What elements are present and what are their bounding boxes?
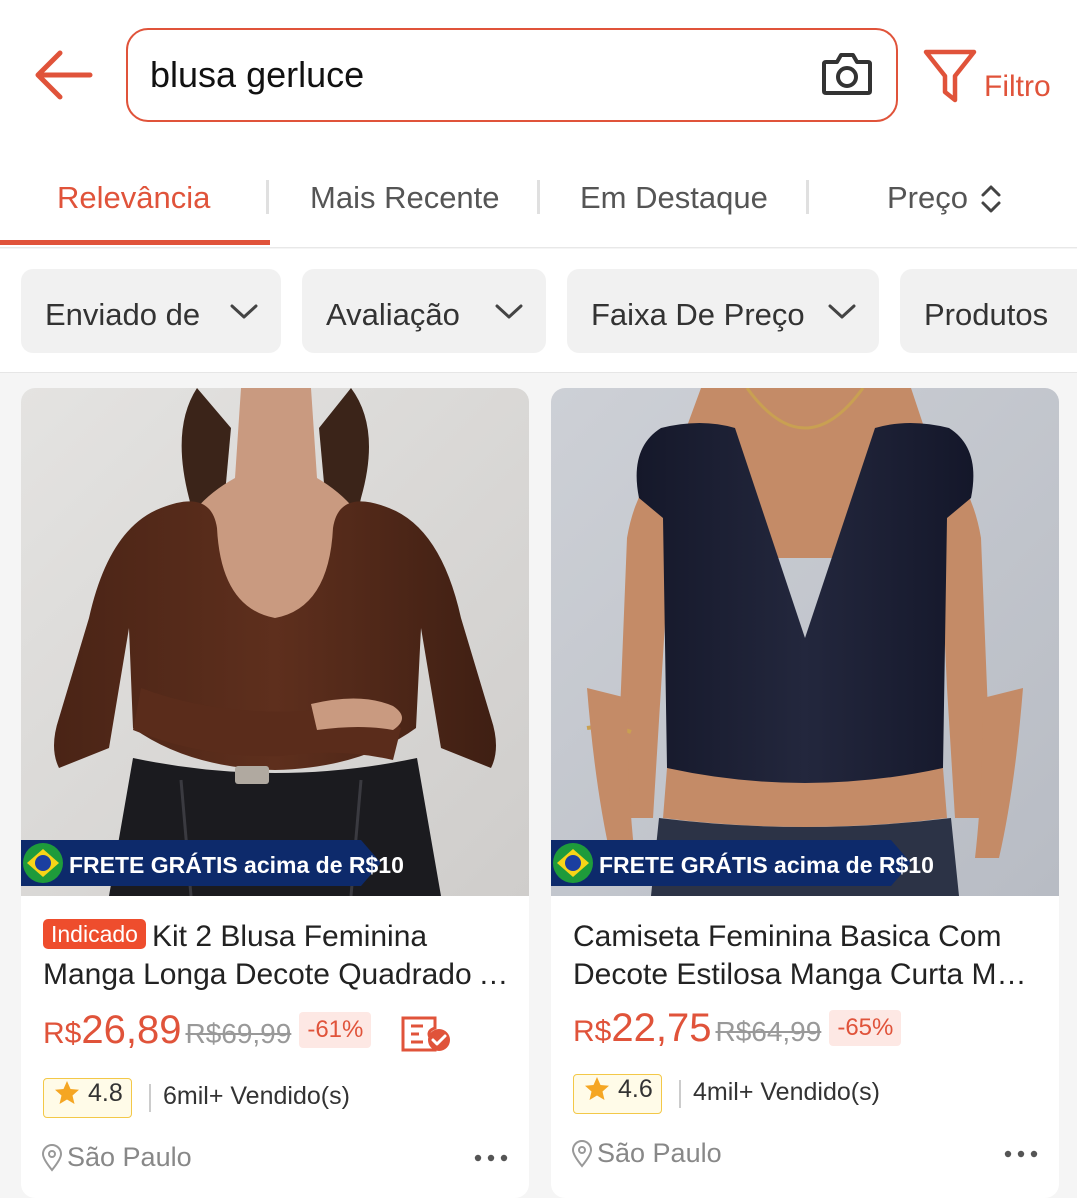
- filter-button[interactable]: Filtro: [920, 42, 1070, 112]
- location: São Paulo: [41, 1142, 192, 1178]
- price-row: R$26,89 R$69,99 -61%: [43, 1008, 372, 1058]
- more-options-icon[interactable]: [473, 1148, 509, 1168]
- chevron-down-icon: [828, 304, 856, 319]
- camera-icon[interactable]: [820, 48, 874, 100]
- tab-divider: [266, 180, 269, 214]
- chip-avaliacao[interactable]: Avaliação: [302, 269, 546, 353]
- promo-text: FRETE GRÁTIS acima de R$10: [599, 852, 934, 878]
- chip-label: Produtos: [924, 297, 1049, 332]
- filter-label: Filtro: [984, 70, 1051, 103]
- active-tab-indicator: [0, 240, 270, 245]
- sold-count: 6mil+ Vendido(s): [163, 1082, 350, 1110]
- shipping-guarantee-icon: [401, 1016, 450, 1052]
- price-row: R$22,75 R$64,99 -65%: [573, 1006, 902, 1056]
- chevron-down-icon: [230, 304, 258, 319]
- tab-divider: [537, 180, 540, 214]
- search-box[interactable]: blusa gerluce: [126, 28, 898, 122]
- chip-produtos[interactable]: Produtos: [900, 269, 1077, 353]
- title-line-2: Manga Longa Decote Quadrado Ajustada Bás…: [43, 958, 509, 991]
- indicado-badge: Indicado: [43, 919, 146, 949]
- back-arrow-icon[interactable]: [30, 45, 96, 105]
- chevron-down-icon: [495, 304, 523, 319]
- tab-relevancia[interactable]: Relevância: [57, 180, 210, 216]
- sort-bar: Relevância Mais Recente Em Destaque Preç…: [0, 150, 1077, 248]
- product-photo-navy-top: [551, 388, 1059, 896]
- currency-symbol: R$: [43, 1017, 82, 1050]
- product-title[interactable]: Camiseta Feminina Basica Com Decote Esti…: [573, 918, 1039, 994]
- original-price: R$64,99: [715, 1016, 822, 1047]
- location: São Paulo: [571, 1138, 722, 1174]
- rating-badge: 4.6: [573, 1074, 662, 1114]
- rating-value: 4.6: [618, 1075, 653, 1103]
- filter-funnel-icon: [923, 49, 977, 103]
- currency-symbol: R$: [573, 1015, 612, 1048]
- location-text: São Paulo: [597, 1138, 722, 1168]
- star-icon: [55, 1081, 79, 1104]
- more-options-icon[interactable]: [1003, 1144, 1039, 1164]
- product-photo-brown-top: [21, 388, 529, 896]
- search-input[interactable]: blusa gerluce: [150, 54, 364, 96]
- product-image[interactable]: FRETE GRÁTIS acima de R$10: [551, 388, 1059, 896]
- chip-label: Enviado de: [45, 297, 201, 332]
- current-price: 22,75: [611, 1006, 712, 1050]
- free-shipping-banner: FRETE GRÁTIS acima de R$10: [551, 840, 934, 886]
- chip-label: Faixa De Preço: [591, 297, 805, 332]
- current-price: 26,89: [81, 1008, 182, 1052]
- location-text: São Paulo: [67, 1142, 192, 1172]
- discount-badge: -61%: [299, 1012, 372, 1048]
- sold-count: 4mil+ Vendido(s): [693, 1078, 880, 1106]
- product-image[interactable]: FRETE GRÁTIS acima de R$10: [21, 388, 529, 896]
- free-shipping-banner: FRETE GRÁTIS acima de R$10: [21, 840, 404, 886]
- chip-label: Avaliação: [326, 297, 460, 332]
- discount-badge: -65%: [829, 1010, 902, 1046]
- tab-preco[interactable]: Preço: [887, 180, 968, 216]
- rating-badge: 4.8: [43, 1078, 132, 1118]
- tab-em-destaque[interactable]: Em Destaque: [580, 180, 768, 216]
- chip-faixa-de-preco[interactable]: Faixa De Preço: [567, 269, 879, 353]
- original-price: R$69,99: [185, 1018, 292, 1049]
- location-pin-icon: [571, 1140, 593, 1168]
- title-line-1: Camiseta Feminina Basica Com: [573, 920, 1002, 953]
- divider: [149, 1084, 151, 1112]
- chip-enviado-de[interactable]: Enviado de: [21, 269, 281, 353]
- top-bar: blusa gerluce Filtro: [0, 0, 1077, 150]
- tab-mais-recente[interactable]: Mais Recente: [310, 180, 500, 216]
- product-card[interactable]: FRETE GRÁTIS acima de R$10 Indicado Kit 2…: [21, 388, 529, 1198]
- rating-value: 4.8: [88, 1079, 123, 1107]
- title-line-1: Kit 2 Blusa Feminina: [151, 920, 428, 953]
- tab-divider: [806, 180, 809, 214]
- star-icon: [585, 1077, 609, 1100]
- divider: [679, 1080, 681, 1108]
- title-line-2: Decote Estilosa Manga Curta Moda Bloguei…: [573, 958, 1039, 991]
- location-pin-icon: [41, 1144, 63, 1172]
- filter-chips-bar: Enviado de Avaliação Faixa De Preço Prod…: [0, 249, 1077, 373]
- product-title[interactable]: Indicado Kit 2 Blusa Feminina Manga Longa…: [43, 918, 509, 994]
- product-card[interactable]: FRETE GRÁTIS acima de R$10 Camiseta Femi…: [551, 388, 1059, 1198]
- sort-arrows-icon[interactable]: [978, 182, 1004, 216]
- promo-text: FRETE GRÁTIS acima de R$10: [69, 852, 404, 878]
